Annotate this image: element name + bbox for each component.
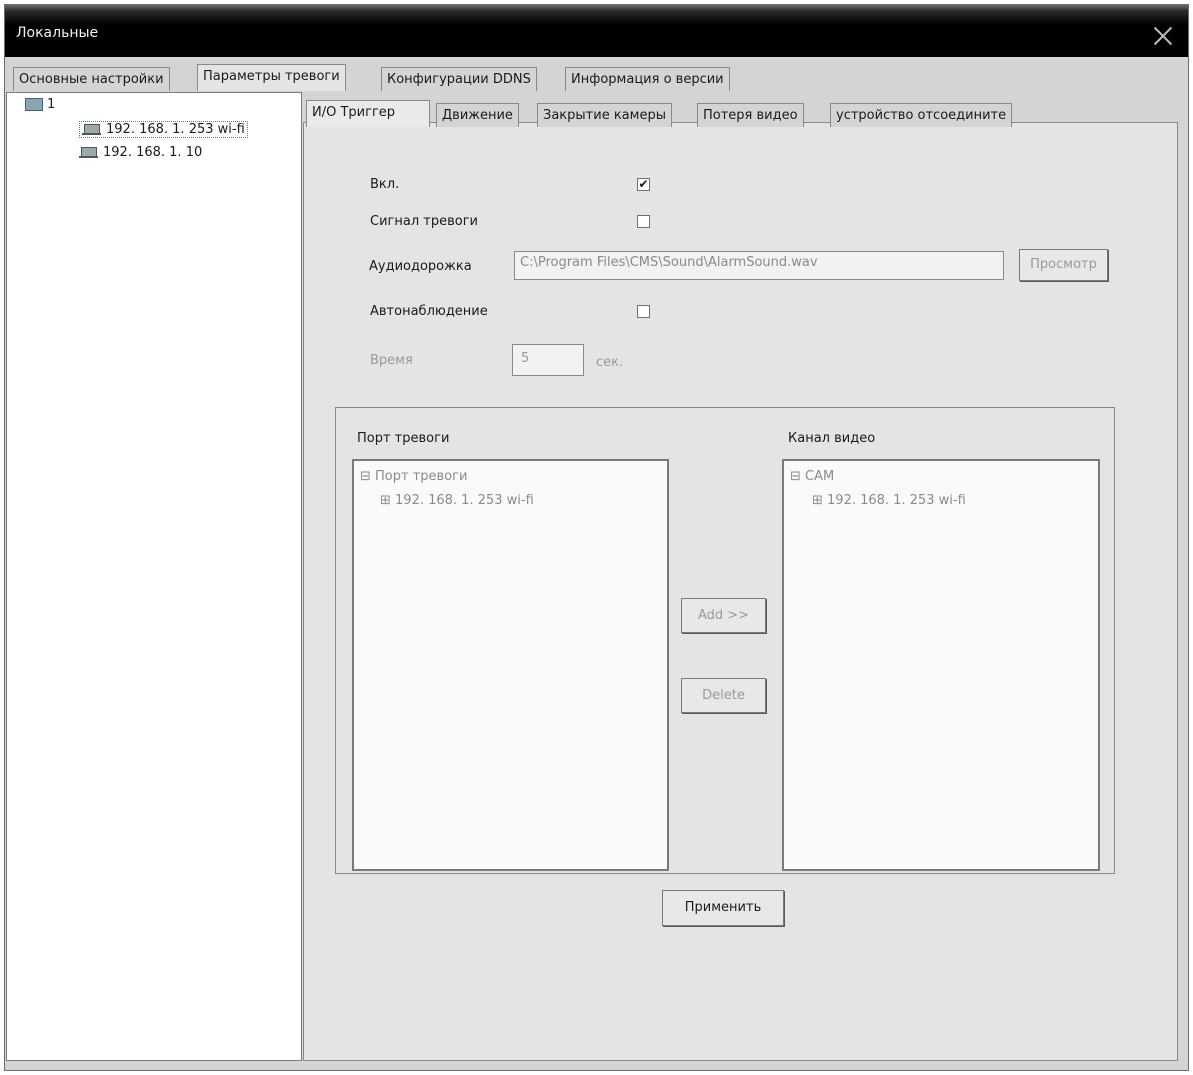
delete-button[interactable]: Delete [681,678,766,713]
folder-icon [25,98,43,111]
alarm-port-list[interactable]: ⊟ Порт тревоги ⊞ 192. 168. 1. 253 wi-fi [352,459,669,871]
auto-watch-label: Автонаблюдение [370,304,488,319]
tab-ddns-configuration[interactable]: Конфигурации DDNS [381,67,537,91]
tab-video-loss[interactable]: Потеря видео [697,103,804,127]
device-tree[interactable]: 1 192. 168. 1. 253 wi-fi 192. 168. 1. 10 [6,92,302,1061]
alarm-signal-checkbox[interactable] [637,215,650,228]
enable-label: Вкл. [370,177,400,192]
tab-device-disconnect[interactable]: устройство отсоедините [830,103,1013,127]
computer-icon [82,123,102,136]
apply-button[interactable]: Применить [662,890,784,926]
video-channel-list[interactable]: ⊟ CAM ⊞ 192. 168. 1. 253 wi-fi [782,459,1100,871]
time-label: Время [370,353,413,368]
tree-root-node[interactable]: 1 [25,97,55,112]
tree-device-node[interactable]: 192. 168. 1. 253 wi-fi [79,121,248,138]
add-button[interactable]: Add >> [681,598,766,633]
time-unit-label: сек. [596,355,624,370]
tab-motion[interactable]: Движение [436,103,519,127]
computer-icon [79,146,99,159]
time-input[interactable]: 5 [512,344,584,376]
tab-camera-cover[interactable]: Закрытие камеры [537,103,672,127]
alarm-port-title: Порт тревоги [357,431,450,446]
close-icon[interactable] [1150,23,1176,49]
tab-alarm-parameters[interactable]: Параметры тревоги [197,64,346,91]
device-label: 192. 168. 1. 10 [103,145,203,160]
device-label: 192. 168. 1. 253 wi-fi [106,122,245,137]
browse-button[interactable]: Просмотр [1019,249,1108,281]
tab-io-trigger[interactable]: И/О Триггер [306,100,430,127]
alarm-port-device-node[interactable]: ⊞ 192. 168. 1. 253 wi-fi [380,493,534,508]
audio-track-label: Аудиодорожка [369,259,472,274]
video-channel-device-node[interactable]: ⊞ 192. 168. 1. 253 wi-fi [812,493,966,508]
tab-version-info[interactable]: Информация о версии [565,67,730,91]
tree-device-node[interactable]: 192. 168. 1. 10 [79,145,202,160]
tree-root-label: 1 [47,97,56,112]
auto-watch-checkbox[interactable] [637,305,650,318]
alarm-signal-label: Сигнал тревоги [370,214,478,229]
enable-checkbox[interactable]: ✔ [637,178,650,191]
title-bar: Локальные [5,5,1188,57]
window-title: Локальные [16,25,99,41]
video-channel-root-node[interactable]: ⊟ CAM [790,469,834,484]
alarm-port-root-node[interactable]: ⊟ Порт тревоги [360,469,467,484]
video-channel-title: Канал видео [788,431,876,446]
tab-basic-settings[interactable]: Основные настройки [13,67,170,91]
audio-path-field[interactable]: C:\Program Files\CMS\Sound\AlarmSound.wa… [514,251,1004,280]
